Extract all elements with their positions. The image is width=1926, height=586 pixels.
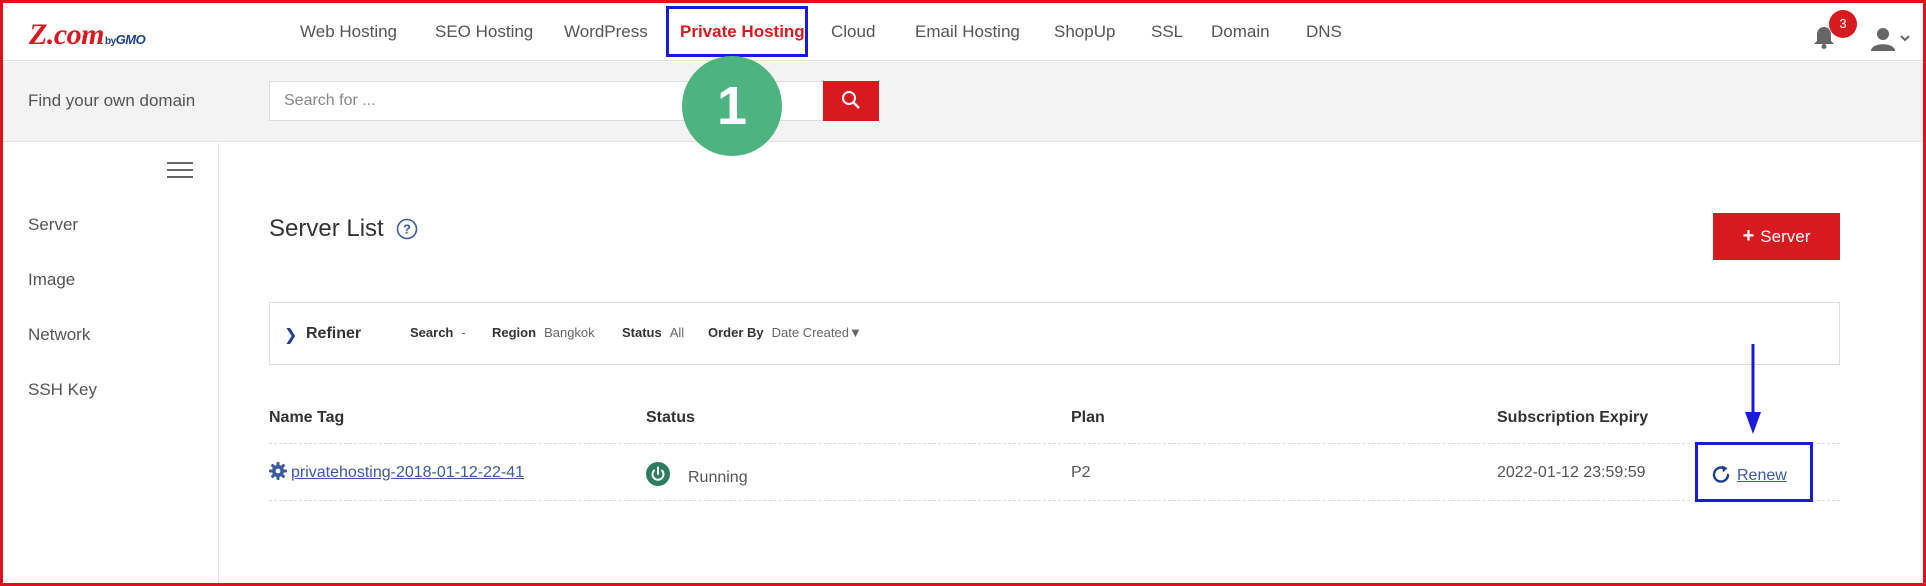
nav-wordpress[interactable]: WordPress	[564, 22, 648, 42]
user-icon[interactable]	[1870, 27, 1896, 51]
nav-ssl[interactable]: SSL	[1151, 22, 1183, 42]
add-server-label: Server	[1760, 227, 1811, 246]
sidebar-item-image[interactable]: Image	[28, 270, 75, 290]
logo-gmo: GMO	[115, 32, 146, 47]
menu-icon[interactable]	[167, 161, 193, 179]
column-header-subscription-expiry: Subscription Expiry	[1497, 409, 1649, 426]
filter-value: Date Created▼	[771, 325, 862, 340]
nav-domain[interactable]: Domain	[1211, 22, 1270, 42]
sidebar: Server Image Network SSH Key	[3, 143, 219, 583]
nav-shopup[interactable]: ShopUp	[1054, 22, 1115, 42]
filter-value: Bangkok	[544, 325, 595, 340]
filter-key: Order By	[708, 325, 764, 340]
page-title: Server List	[269, 215, 384, 242]
filter-key: Search	[410, 325, 454, 340]
notification-badge: 3	[1829, 10, 1857, 38]
filter-order-by[interactable]: Order By Date Created▼	[708, 325, 862, 340]
chevron-down-icon[interactable]	[1899, 33, 1911, 43]
nav-cloud[interactable]: Cloud	[831, 22, 875, 42]
nav-seo-hosting[interactable]: SEO Hosting	[435, 22, 533, 42]
help-icon[interactable]: ?	[396, 218, 418, 240]
brand-logo[interactable]: Z.combyGMO	[29, 18, 146, 52]
filter-value: -	[461, 325, 466, 340]
server-status: Running	[688, 469, 748, 486]
refiner-panel[interactable]: ❯ Refiner Search - Region Bangkok Status Al…	[269, 302, 1840, 365]
search-icon	[842, 90, 860, 109]
renew-highlight-box	[1695, 442, 1813, 502]
table-divider	[269, 500, 1840, 501]
logo-text: Z.com	[29, 18, 104, 51]
refiner-title[interactable]: Refiner	[306, 325, 361, 343]
column-header-name-tag: Name Tag	[269, 409, 345, 426]
filter-value: All	[669, 325, 685, 340]
sidebar-item-ssh-key[interactable]: SSH Key	[28, 380, 97, 400]
step-number-badge: 1	[682, 56, 782, 156]
table-divider	[269, 443, 1840, 444]
server-name-link[interactable]: privatehosting-2018-01-12-22-41	[291, 464, 524, 482]
logo-by: by	[104, 36, 116, 47]
filter-status: Status All	[622, 325, 684, 340]
find-domain-label: Find your own domain	[28, 91, 196, 110]
search-button[interactable]	[823, 81, 879, 121]
chevron-right-icon[interactable]: ❯	[284, 325, 297, 345]
filter-key: Region	[492, 325, 537, 340]
server-plan: P2	[1071, 464, 1091, 481]
nav-dns[interactable]: DNS	[1306, 22, 1342, 42]
arrow-down-icon	[1745, 344, 1761, 434]
add-server-button[interactable]: + Server	[1713, 213, 1840, 260]
nav-web-hosting[interactable]: Web Hosting	[300, 22, 397, 42]
column-header-plan: Plan	[1071, 409, 1105, 426]
filter-region: Region Bangkok	[492, 325, 595, 340]
filter-key: Status	[622, 325, 662, 340]
svg-text:?: ?	[403, 222, 411, 237]
plus-icon: +	[1742, 225, 1755, 247]
column-header-status: Status	[646, 409, 695, 426]
server-expiry: 2022-01-12 23:59:59	[1497, 464, 1646, 481]
power-icon	[646, 462, 670, 486]
sidebar-item-network[interactable]: Network	[28, 325, 90, 345]
nav-email-hosting[interactable]: Email Hosting	[915, 22, 1020, 42]
nav-highlight-box	[666, 6, 808, 57]
top-navigation: Z.combyGMO Web Hosting SEO Hosting WordP…	[3, 3, 1923, 61]
domain-search-bar: Find your own domain	[3, 62, 1923, 142]
filter-search: Search -	[410, 325, 466, 340]
gear-icon[interactable]	[269, 462, 287, 480]
sidebar-item-server[interactable]: Server	[28, 215, 78, 235]
